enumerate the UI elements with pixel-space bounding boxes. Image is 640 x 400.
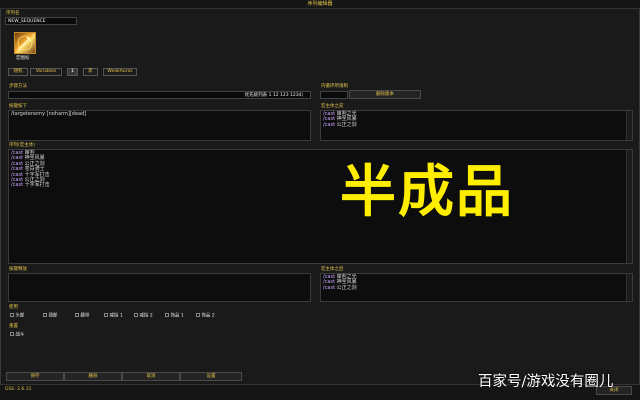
checkbox-ring-1[interactable]: 戒指 1	[104, 313, 123, 320]
post-macro-scrollbar[interactable]	[626, 274, 632, 301]
sequence-body-scrollbar[interactable]	[626, 150, 632, 263]
inner-loop-label: 内循环所限制	[321, 84, 348, 89]
cancel-button[interactable]: 取消	[122, 372, 180, 381]
overlay-banner-text: 半成品	[340, 160, 514, 225]
delete-button[interactable]: 删除	[64, 372, 122, 381]
sword-icon	[17, 35, 33, 51]
version-text: GSE: 2.6.31	[5, 387, 32, 392]
checkbox-combat[interactable]: 战斗	[10, 332, 24, 339]
code-line: /cast 公正之剑	[323, 284, 357, 291]
tab-new[interactable]: 新	[83, 68, 98, 76]
tab-version-1[interactable]: 1	[67, 68, 78, 76]
checkbox-trinket-1[interactable]: 饰品 1	[165, 313, 184, 320]
sequence-name-input[interactable]: NEW_SEQUENCE	[5, 17, 77, 25]
checkbox-belt[interactable]: 腰带	[75, 313, 89, 320]
reset-label: 重置	[9, 324, 18, 329]
pre-macro-editor[interactable]: /cast 审判之光 /cast 神圣风暴 /cast 公正之剑	[320, 110, 633, 141]
macro-icon-label: 宏图标	[16, 56, 30, 61]
macro-icon-button[interactable]	[14, 32, 36, 54]
sequence-body-editor[interactable]: /cast 审判 /cast 神圣风暴 /cast 公正之剑 /cast 苍白骑…	[8, 149, 633, 264]
tab-random[interactable]: 随机	[8, 68, 28, 76]
checkbox-trinket-2[interactable]: 饰品 2	[196, 313, 215, 320]
keypress-editor[interactable]: /targetenemy [noharm][dead]	[8, 110, 311, 141]
checkbox-ring-2[interactable]: 戒指 2	[134, 313, 153, 320]
post-macro-editor[interactable]: /cast 审判之光 /cast 神圣风暴 /cast 公正之剑	[320, 273, 633, 302]
save-button[interactable]: 保存	[6, 372, 64, 381]
step-method-dropdown[interactable]: 优先级列表 1 12 123 1234）	[8, 91, 311, 99]
settings-button[interactable]: 设置	[180, 372, 242, 381]
delete-version-button[interactable]: 删除版本	[349, 90, 421, 99]
code-line: /cast 十字军打击	[11, 182, 50, 189]
use-label: 使用	[9, 305, 18, 310]
step-method-label: 步骤方法	[9, 84, 27, 89]
pre-macro-scrollbar[interactable]	[626, 111, 632, 140]
tab-variables[interactable]: Variables	[30, 68, 62, 76]
code-line: /cast 公正之剑	[323, 121, 357, 128]
watermark-text: 百家号/游戏没有圈儿	[478, 374, 614, 390]
keypress-line: /targetenemy [noharm][dead]	[11, 111, 87, 117]
checkbox-head[interactable]: 头部	[10, 313, 24, 320]
checkbox-neck[interactable]: 颈部	[43, 313, 57, 320]
keyrelease-editor[interactable]	[8, 273, 311, 302]
inner-loop-input[interactable]	[320, 91, 348, 99]
tab-weakauras[interactable]: WeakAuras	[103, 68, 137, 76]
window-title: 序列编辑器	[0, 0, 640, 9]
